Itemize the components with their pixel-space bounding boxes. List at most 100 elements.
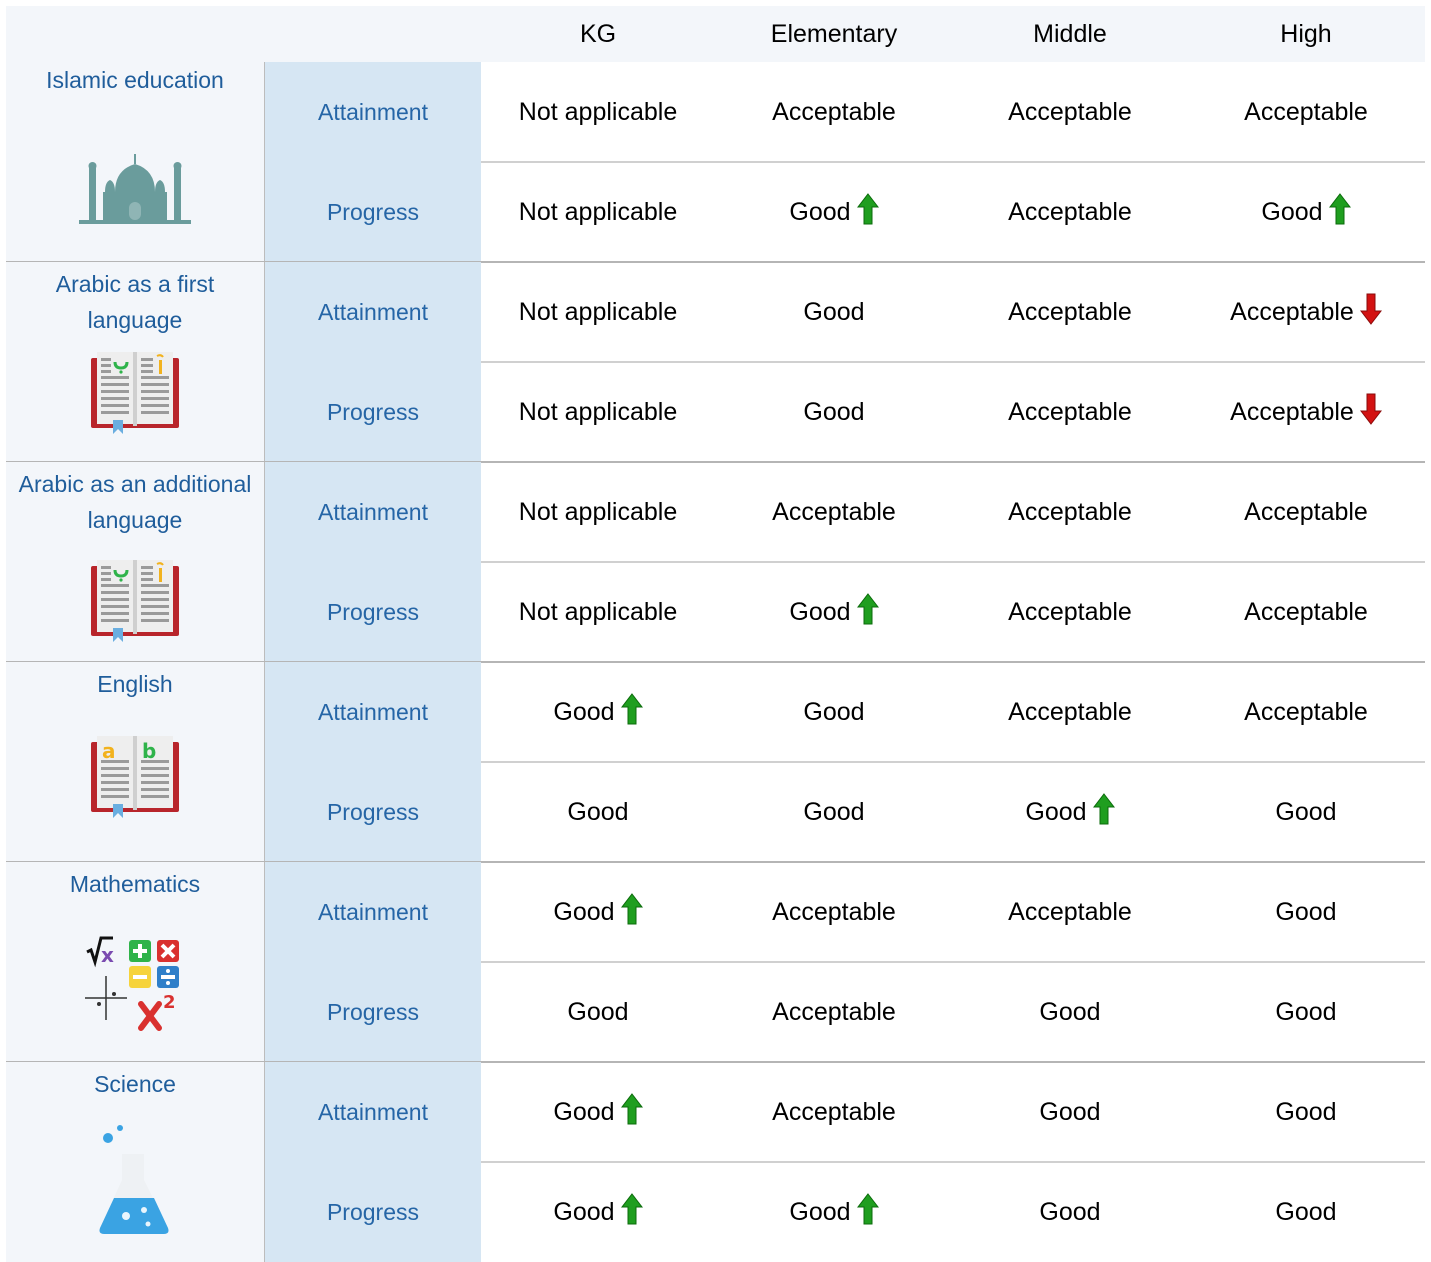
- rating-text: Good: [1275, 997, 1337, 1026]
- rating-cell-middle: Acceptable: [952, 562, 1188, 662]
- rating-cell-high: Acceptable: [1188, 662, 1424, 762]
- metric-label-attainment: Attainment: [265, 662, 481, 762]
- rating-text: Not applicable: [518, 297, 678, 326]
- rating-cell-high: Acceptable: [1188, 462, 1424, 562]
- rating-cell-elementary: Good: [716, 562, 952, 662]
- up-arrow-icon: [620, 1092, 643, 1132]
- math-symbols-icon: x2: [6, 932, 264, 1032]
- down-arrow-icon: [1359, 393, 1382, 432]
- rating-text: Acceptable: [1244, 97, 1368, 126]
- subject-performance-table: KG Elementary Middle High Islamic education…: [6, 6, 1425, 1262]
- flask-icon: [6, 1124, 264, 1242]
- rating-text: Acceptable: [1008, 397, 1132, 426]
- rating-cell-high: Good: [1188, 762, 1424, 862]
- rating-text: Not applicable: [518, 497, 678, 526]
- rating-cell-high: Acceptable: [1188, 62, 1424, 162]
- subject-cell: Islamic education: [6, 62, 264, 262]
- rating-text: Acceptable: [772, 97, 896, 126]
- rating-cell-kg: Good: [480, 1062, 716, 1162]
- metric-label-attainment: Attainment: [265, 262, 481, 362]
- subject-block: Arabic as an additional language Attainme…: [6, 462, 1425, 663]
- rating-text: Good: [1039, 1197, 1101, 1226]
- rating-text: Acceptable: [1008, 97, 1132, 126]
- rating-cell-high: Good: [1188, 1162, 1424, 1262]
- rating-cell-high: Acceptable: [1188, 362, 1424, 462]
- subject-block: Arabic as a first language Attainment Not …: [6, 262, 1425, 463]
- subject-name: Arabic as a first language: [55, 271, 215, 333]
- rating-text: Good: [567, 997, 629, 1026]
- rating-cell-middle: Acceptable: [952, 862, 1188, 962]
- rating-cell-middle: Good: [952, 962, 1188, 1062]
- rating-cell-kg: Not applicable: [480, 162, 716, 262]
- rating-text: Acceptable: [1008, 897, 1132, 926]
- subject-block: English a b Attainment Good Good Acceptable Acc…: [6, 662, 1425, 863]
- rating-cell-middle: Acceptable: [952, 262, 1188, 362]
- rating-text: Good: [553, 897, 615, 926]
- rating-text: Good: [803, 297, 865, 326]
- svg-text:a: a: [102, 739, 116, 763]
- rating-text: Good: [1275, 797, 1337, 826]
- rating-cell-kg: Good: [480, 1162, 716, 1262]
- rating-cell-elementary: Good: [716, 162, 952, 262]
- rating-cell-middle: Good: [952, 1062, 1188, 1162]
- rating-text: Good: [789, 197, 851, 226]
- rating-cell-middle: Acceptable: [952, 462, 1188, 562]
- subject-block: Science Attainment Good Acceptable Good Good P…: [6, 1062, 1425, 1262]
- rating-text: Good: [553, 1097, 615, 1126]
- rating-text: Acceptable: [1244, 697, 1368, 726]
- mosque-icon: [6, 148, 264, 224]
- rating-cell-kg: Good: [480, 862, 716, 962]
- rating-cell-elementary: Good: [716, 662, 952, 762]
- rating-cell-high: Good: [1188, 1062, 1424, 1162]
- metric-label-attainment: Attainment: [265, 862, 481, 962]
- subject-name: English: [97, 671, 173, 697]
- rating-text: Acceptable: [772, 1097, 896, 1126]
- rating-text: Good: [1039, 997, 1101, 1026]
- rating-cell-elementary: Acceptable: [716, 462, 952, 562]
- rating-cell-middle: Good: [952, 1162, 1188, 1262]
- rating-cell-kg: Good: [480, 762, 716, 862]
- rating-cell-kg: Not applicable: [480, 262, 716, 362]
- up-arrow-icon: [1328, 192, 1351, 232]
- rating-text: Good: [567, 797, 629, 826]
- rating-cell-kg: Not applicable: [480, 62, 716, 162]
- rating-text: Good: [789, 597, 851, 626]
- arabic-book-icon: [6, 350, 264, 436]
- rating-text: Good: [1275, 897, 1337, 926]
- rating-cell-middle: Acceptable: [952, 62, 1188, 162]
- rating-cell-middle: Good: [952, 762, 1188, 862]
- down-arrow-icon: [1359, 293, 1382, 332]
- rating-text: Good: [789, 1197, 851, 1226]
- subject-cell: Arabic as an additional language: [6, 462, 264, 662]
- rating-cell-kg: Not applicable: [480, 462, 716, 562]
- rating-cell-elementary: Good: [716, 262, 952, 362]
- subject-name: Mathematics: [69, 871, 201, 897]
- up-arrow-icon: [620, 1192, 643, 1232]
- rating-cell-elementary: Acceptable: [716, 962, 952, 1062]
- up-arrow-icon: [856, 192, 879, 232]
- rating-text: Acceptable: [1008, 597, 1132, 626]
- svg-text:b: b: [142, 739, 156, 763]
- rating-cell-kg: Not applicable: [480, 362, 716, 462]
- rating-cell-elementary: Acceptable: [716, 1062, 952, 1162]
- subject-block: Islamic education Attainment Not applicabl…: [6, 62, 1425, 263]
- rating-cell-kg: Not applicable: [480, 562, 716, 662]
- rating-text: Not applicable: [518, 397, 678, 426]
- rating-cell-middle: Acceptable: [952, 162, 1188, 262]
- up-arrow-icon: [620, 692, 643, 732]
- metric-label-progress: Progress: [265, 1162, 481, 1262]
- metric-label-attainment: Attainment: [265, 1062, 481, 1162]
- rating-cell-high: Acceptable: [1188, 262, 1424, 362]
- rating-cell-elementary: Acceptable: [716, 862, 952, 962]
- rating-text: Good: [1275, 1197, 1337, 1226]
- subject-cell: Science: [6, 1062, 264, 1262]
- rating-cell-high: Good: [1188, 862, 1424, 962]
- rating-text: Good: [1261, 197, 1323, 226]
- column-header-middle: Middle: [1033, 20, 1107, 48]
- rating-text: Good: [1025, 797, 1087, 826]
- rating-text: Acceptable: [772, 897, 896, 926]
- up-arrow-icon: [856, 1192, 879, 1232]
- rating-text: Acceptable: [1008, 297, 1132, 326]
- subject-name: Islamic education: [46, 67, 224, 93]
- metric-label-progress: Progress: [265, 962, 481, 1062]
